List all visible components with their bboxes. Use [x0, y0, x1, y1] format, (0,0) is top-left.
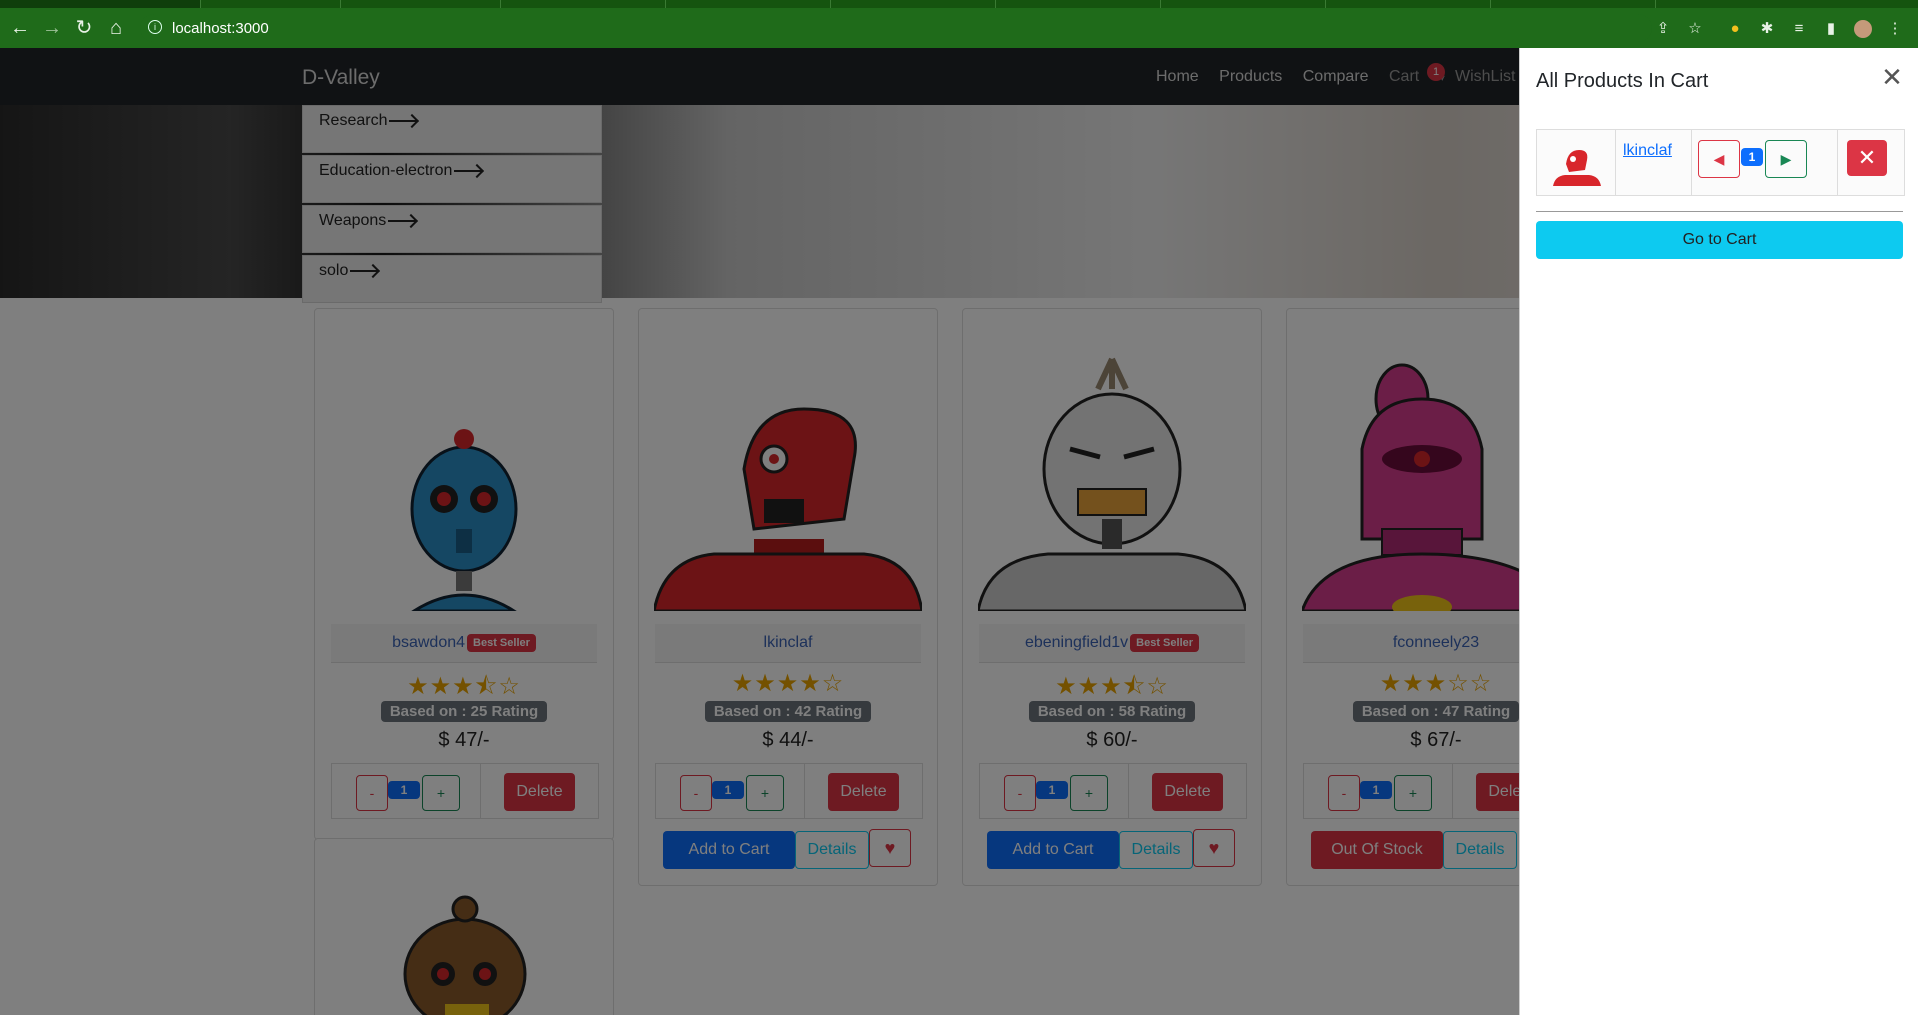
reload-icon[interactable]: ↻ — [72, 16, 96, 40]
browser-tab[interactable] — [340, 0, 501, 8]
bookmark-star-icon[interactable]: ☆ — [1686, 20, 1704, 38]
extension-bulb-icon[interactable]: ● — [1726, 20, 1744, 38]
cart-offcanvas: All Products In Cart ✕ lkinclaf ◀ 1 ▶ ✕ … — [1519, 48, 1918, 1015]
cart-item-name-cell — [1615, 130, 1692, 195]
cart-decrease-button[interactable]: ◀ — [1698, 140, 1740, 178]
address-bar[interactable]: i localhost:3000 — [140, 14, 1652, 42]
browser-tab[interactable] — [500, 0, 666, 8]
cart-increase-button[interactable]: ▶ — [1765, 140, 1807, 178]
browser-tab[interactable] — [1160, 0, 1326, 8]
info-icon[interactable]: i — [148, 20, 162, 34]
browser-tab-strip[interactable] — [0, 0, 1918, 8]
extensions-puzzle-icon[interactable]: ✱ — [1758, 20, 1776, 38]
side-panel-icon[interactable]: ▮ — [1822, 20, 1840, 38]
profile-avatar[interactable] — [1854, 20, 1872, 38]
home-icon[interactable]: ⌂ — [104, 16, 128, 40]
go-to-cart-button[interactable]: Go to Cart — [1536, 221, 1903, 259]
menu-kebab-icon[interactable]: ⋮ — [1886, 20, 1904, 38]
remove-item-button[interactable]: ✕ — [1847, 140, 1887, 176]
browser-tab[interactable] — [1325, 0, 1491, 8]
caret-right-icon: ▶ — [1780, 151, 1792, 167]
browser-tab[interactable] — [665, 0, 831, 8]
browser-tab[interactable] — [995, 0, 1161, 8]
browser-toolbar: ← → ↻ ⌂ i localhost:3000 ⇪ ☆ ● ✱ ≡ ▮ ⋮ — [0, 8, 1918, 48]
cart-item-row: lkinclaf ◀ 1 ▶ ✕ — [1536, 129, 1905, 196]
forward-icon[interactable]: → — [40, 16, 64, 40]
close-icon: ✕ — [1857, 145, 1877, 170]
cart-item-qty: 1 — [1741, 148, 1763, 166]
browser-tab[interactable] — [1490, 0, 1656, 8]
browser-tab-active[interactable] — [0, 0, 201, 8]
browser-tab[interactable] — [200, 0, 341, 8]
back-icon[interactable]: ← — [8, 16, 32, 40]
drawer-divider — [1536, 211, 1903, 212]
close-icon[interactable]: ✕ — [1880, 64, 1904, 90]
caret-left-icon: ◀ — [1713, 151, 1725, 167]
cart-item-image — [1553, 150, 1601, 186]
share-icon[interactable]: ⇪ — [1654, 20, 1672, 38]
cart-item-name-link[interactable]: lkinclaf — [1623, 142, 1672, 160]
browser-tab[interactable] — [830, 0, 996, 8]
address-url: localhost:3000 — [172, 20, 269, 37]
cart-drawer-title: All Products In Cart — [1536, 70, 1709, 92]
offcanvas-backdrop[interactable] — [0, 48, 1519, 1015]
cart-item-image-cell — [1537, 130, 1616, 195]
media-control-icon[interactable]: ≡ — [1790, 20, 1808, 38]
